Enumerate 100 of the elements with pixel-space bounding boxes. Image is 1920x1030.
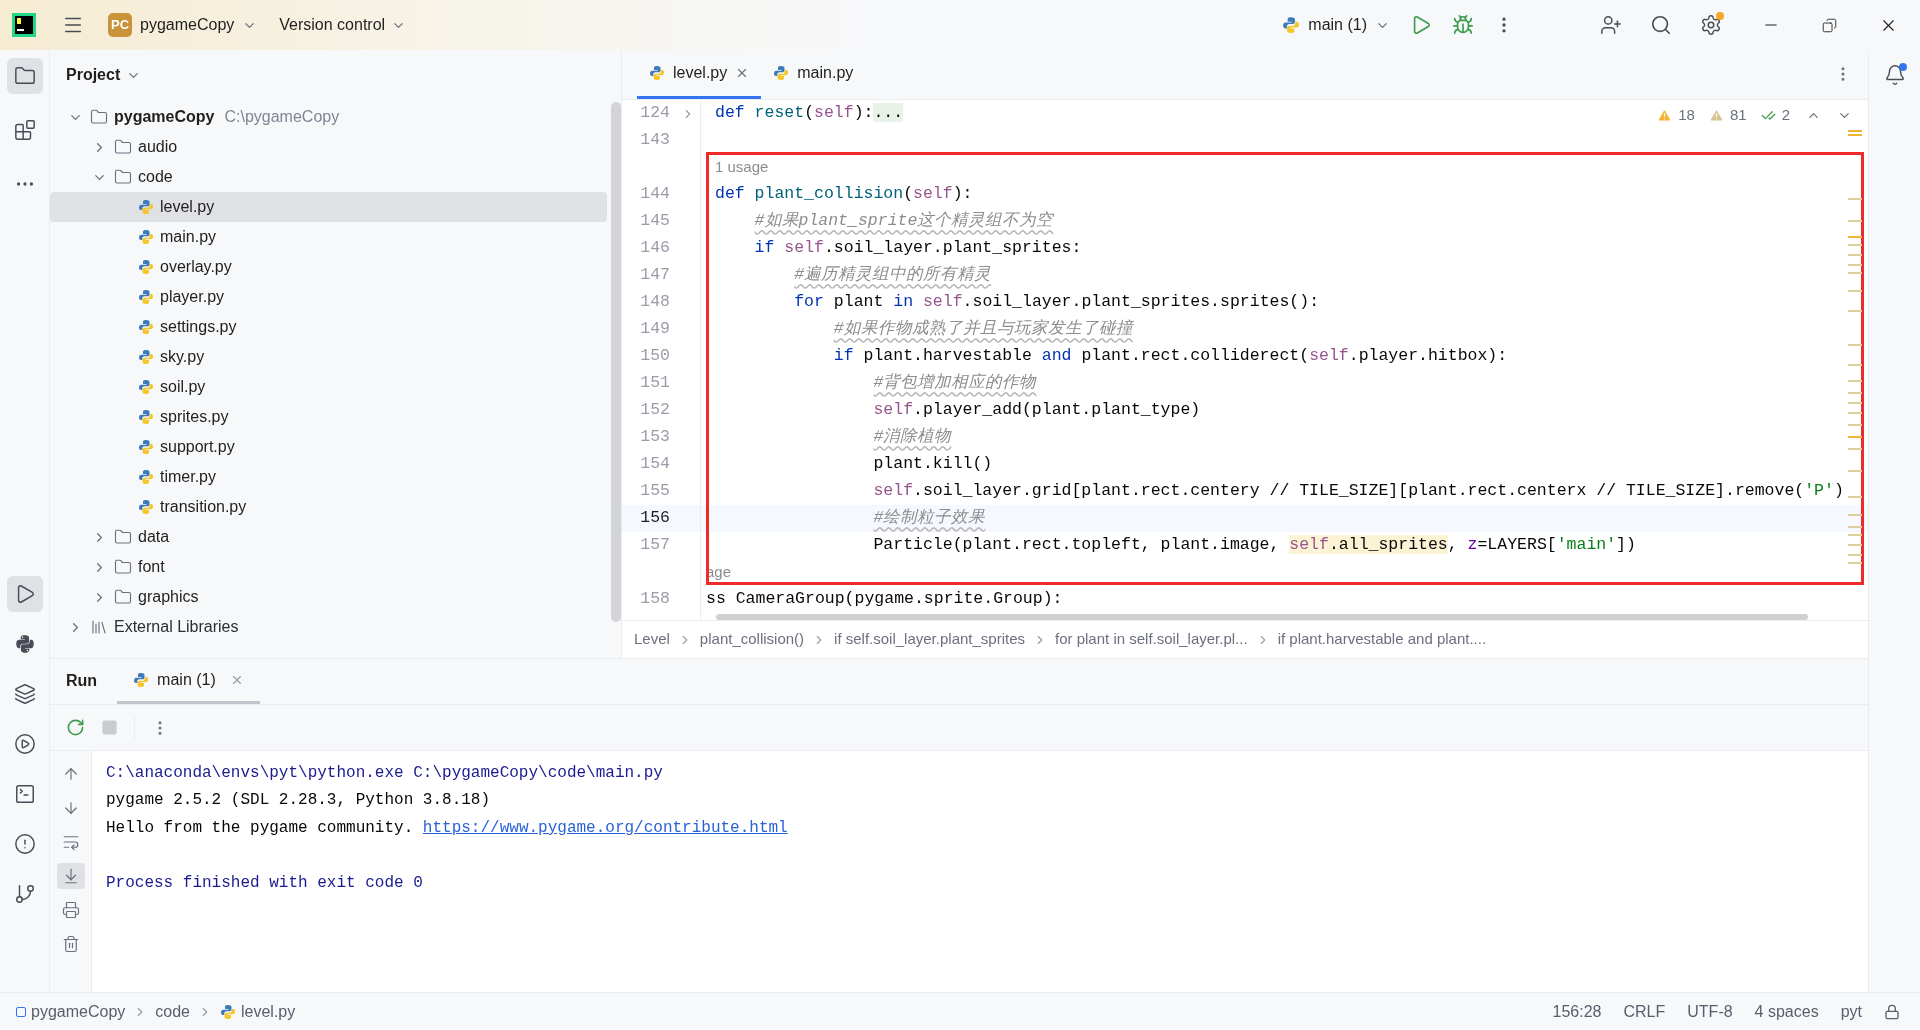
breadcrumb[interactable]: plant_collision() xyxy=(699,628,805,651)
console-tool[interactable] xyxy=(56,863,85,889)
status-path-item[interactable]: code xyxy=(155,999,190,1024)
python-file-icon xyxy=(138,199,154,215)
code-line: #消除植物 xyxy=(872,426,952,449)
code-line: ss CameraGroup(pygame.sprite.Group): xyxy=(706,588,1063,611)
line-number: 145 xyxy=(639,210,670,233)
line-number: 143 xyxy=(639,129,670,152)
status-item[interactable]: 156:28 xyxy=(1552,999,1602,1024)
code-line: #如果作物成熟了并且与玩家发生了碰撞 xyxy=(832,318,1133,341)
folder-icon xyxy=(114,168,132,186)
console-line: Hello from the pygame community. xyxy=(106,817,415,839)
settings-icon[interactable] xyxy=(1700,14,1722,36)
folder-icon xyxy=(90,108,108,126)
add-user-icon[interactable] xyxy=(1600,14,1622,36)
status-item[interactable]: 4 spaces xyxy=(1754,999,1819,1024)
tree-item[interactable]: audio xyxy=(50,132,607,162)
python-file-icon xyxy=(138,499,154,515)
tree-item[interactable]: overlay.py xyxy=(50,252,607,282)
warning-icon xyxy=(1657,107,1673,123)
code-line: #背包增加相应的作物 xyxy=(872,372,1037,395)
notifications-icon[interactable] xyxy=(1883,64,1906,86)
line-number: 144 xyxy=(639,183,670,206)
terminal-icon[interactable] xyxy=(13,783,36,805)
tree-item[interactable]: support.py xyxy=(50,432,607,462)
line-number: 158 xyxy=(639,588,670,611)
tree-item[interactable]: External Libraries xyxy=(50,612,607,642)
project-switcher[interactable]: PC pygameCopy xyxy=(108,13,258,37)
debug-icon[interactable] xyxy=(1452,14,1474,36)
rerun-icon[interactable] xyxy=(66,718,85,737)
code-line: #如果plant_sprite这个精灵组不为空 xyxy=(753,210,1054,233)
restore-icon[interactable] xyxy=(1822,17,1837,33)
python-file-icon xyxy=(133,671,150,688)
line-number: 147 xyxy=(639,264,670,287)
alert-icon[interactable] xyxy=(13,833,36,855)
play-circle-icon[interactable] xyxy=(13,733,36,755)
breadcrumb[interactable]: if self.soil_layer.plant_sprites xyxy=(834,628,1025,651)
line-number: 149 xyxy=(639,318,670,341)
editor-tab[interactable]: main.py xyxy=(761,49,866,99)
breadcrumb[interactable]: for plant in self.soil_layer.pl... xyxy=(1055,628,1248,651)
status-item[interactable]: UTF-8 xyxy=(1687,999,1733,1024)
tree-item[interactable]: player.py xyxy=(50,282,607,312)
run-configuration[interactable]: main (1) xyxy=(1282,13,1390,37)
line-number: 156 xyxy=(639,507,670,530)
print-icon[interactable] xyxy=(61,901,80,919)
project-path: C:\pygameCopy xyxy=(224,107,340,127)
python-file-icon xyxy=(649,64,665,81)
editor-tab[interactable]: level.py xyxy=(637,49,762,99)
tree-item[interactable]: level.py xyxy=(50,192,607,222)
python-file-icon xyxy=(138,319,154,335)
console-line: Process finished with exit code 0 xyxy=(106,872,423,894)
folder-icon xyxy=(114,588,132,606)
trash-icon[interactable] xyxy=(61,935,80,953)
tree-item[interactable]: graphics xyxy=(50,582,607,612)
folder-icon[interactable] xyxy=(13,65,36,87)
panel-title[interactable]: Project xyxy=(66,63,121,87)
horizontal-scrollbar[interactable] xyxy=(716,614,1808,620)
code-line: if self.soil_layer.plant_sprites: xyxy=(753,237,1082,260)
lock-icon[interactable] xyxy=(1884,1003,1900,1020)
status-path-item[interactable]: level.py xyxy=(220,999,296,1024)
folder-icon xyxy=(114,138,132,156)
app-logo-icon xyxy=(12,13,36,37)
tree-item[interactable]: main.py xyxy=(50,222,607,252)
status-item[interactable]: CRLF xyxy=(1623,999,1666,1024)
version-control-menu[interactable]: Version control xyxy=(279,13,407,37)
wrap-icon[interactable] xyxy=(61,833,80,851)
tool-window-button[interactable] xyxy=(6,58,43,94)
code-line: if plant.harvestable and plant.rect.colliderect(self.player.hitbox): xyxy=(832,345,1508,368)
console-link[interactable]: https://www.pygame.org/contribute.html xyxy=(422,815,788,840)
line-number: 153 xyxy=(639,426,670,449)
tree-item[interactable]: transition.py xyxy=(50,492,607,522)
run-tab[interactable]: main (1) xyxy=(117,658,260,704)
tool-window-button[interactable] xyxy=(6,576,43,612)
python-file-icon xyxy=(1282,16,1301,34)
code-line: for plant in self.soil_layer.plant_sprites.sprites(): xyxy=(793,291,1320,314)
tree-item[interactable]: soil.py xyxy=(50,372,607,402)
blocks-icon[interactable] xyxy=(13,119,36,141)
scrollbar[interactable] xyxy=(611,102,621,622)
search-icon[interactable] xyxy=(1650,14,1672,36)
line-number: 157 xyxy=(639,534,670,557)
code-line: #绘制粒子效果 xyxy=(872,507,986,530)
breadcrumb[interactable]: if plant.harvestable and plant.... xyxy=(1277,628,1487,651)
tree-item[interactable]: pygameCopy C:\pygameCopy xyxy=(50,102,607,132)
breadcrumb[interactable]: Level xyxy=(634,628,670,651)
tree-item[interactable]: settings.py xyxy=(50,312,607,342)
status-path-item[interactable]: pygameCopy xyxy=(16,999,126,1024)
python-file-icon xyxy=(138,289,154,305)
layers-icon[interactable] xyxy=(13,683,36,705)
status-item[interactable]: pyt xyxy=(1840,999,1862,1024)
tree-item[interactable]: sky.py xyxy=(50,342,607,372)
python-file-icon xyxy=(773,64,790,81)
tree-item[interactable]: timer.py xyxy=(50,462,607,492)
tree-item[interactable]: sprites.py xyxy=(50,402,607,432)
code-line: plant.kill() xyxy=(872,453,993,476)
tree-item[interactable]: font xyxy=(50,552,607,582)
branch-icon[interactable] xyxy=(13,883,36,905)
library-icon xyxy=(90,618,108,636)
tree-item[interactable]: data xyxy=(50,522,607,552)
python-icon[interactable] xyxy=(14,634,35,654)
tree-item[interactable]: code xyxy=(50,162,607,192)
